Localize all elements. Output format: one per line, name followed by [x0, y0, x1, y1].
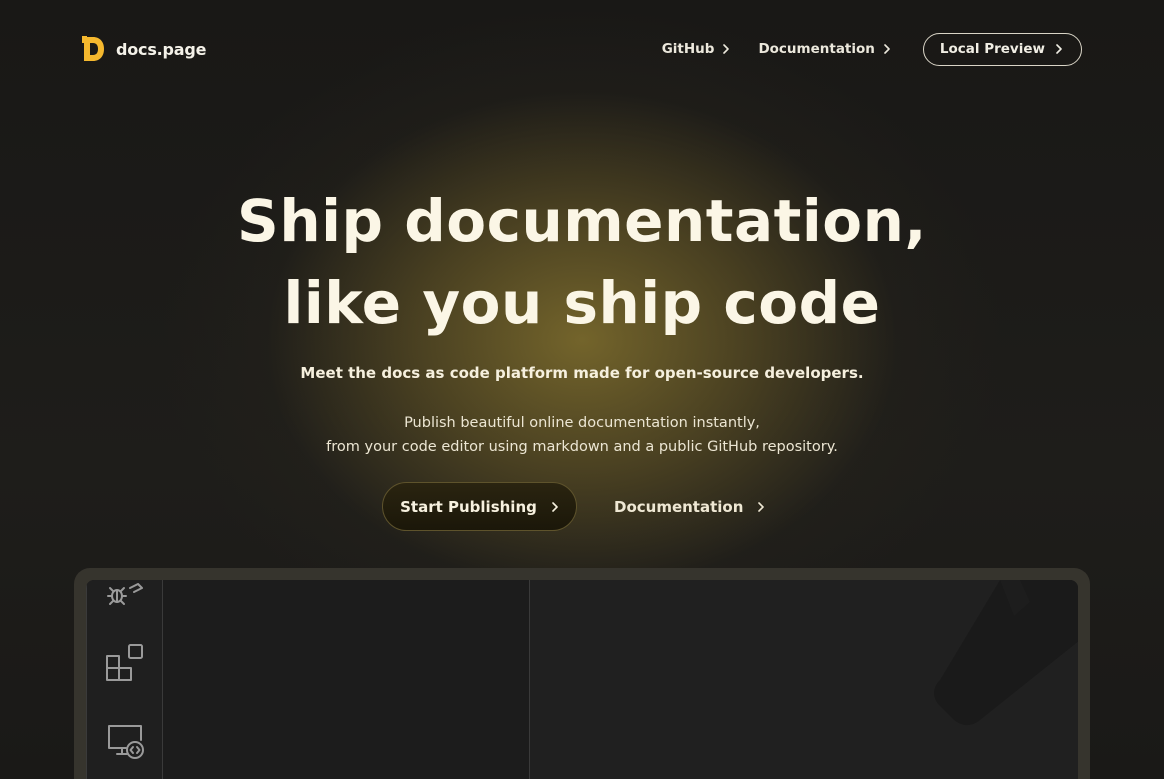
chevron-right-icon	[884, 44, 890, 54]
hero-description-line-2: from your code editor using markdown and…	[326, 439, 838, 455]
start-publishing-button[interactable]: Start Publishing	[382, 482, 577, 531]
chevron-right-icon	[1056, 44, 1062, 54]
vscode-watermark-icon	[934, 580, 1078, 725]
top-nav: GitHub Documentation Local Preview	[662, 32, 1082, 66]
hero-subtitle: Meet the docs as code platform made for …	[300, 364, 864, 382]
activity-bar	[86, 580, 163, 779]
hero-description-line-1: Publish beautiful online documentation i…	[404, 415, 760, 431]
docs-page-logo-icon	[82, 36, 104, 61]
chevron-right-icon	[552, 501, 558, 512]
nav-documentation-link[interactable]: Documentation	[758, 32, 890, 66]
local-preview-button[interactable]: Local Preview	[922, 32, 1082, 66]
logo[interactable]: docs.page	[82, 36, 206, 62]
hero-title: Ship documentation, like you ship code	[0, 180, 1164, 344]
local-preview-label: Local Preview	[939, 41, 1045, 57]
documentation-link-button[interactable]: Documentation	[614, 482, 765, 531]
documentation-link-label: Documentation	[614, 497, 744, 516]
nav-github-link[interactable]: GitHub	[662, 32, 731, 66]
editor-sidebar-panel	[163, 580, 530, 779]
hero-title-line-1: Ship documentation,	[237, 187, 927, 255]
logo-text: docs.page	[116, 39, 207, 59]
start-publishing-label: Start Publishing	[400, 497, 537, 516]
page: docs.page GitHub Documentation Local Pre…	[0, 0, 1164, 779]
nav-github-label: GitHub	[661, 41, 715, 57]
hero-title-line-2: like you ship code	[283, 269, 881, 337]
editor-preview	[86, 580, 1078, 779]
debug-icon[interactable]	[105, 580, 147, 614]
site-header: docs.page GitHub Documentation Local Pre…	[0, 0, 1164, 98]
extensions-icon[interactable]	[105, 642, 147, 684]
nav-documentation-label: Documentation	[758, 41, 875, 57]
cta-row: Start Publishing Documentation	[0, 482, 1164, 532]
chevron-right-icon	[758, 501, 765, 512]
hero-description: Publish beautiful online documentation i…	[0, 411, 1164, 459]
editor-main-pane	[530, 580, 1078, 779]
remote-explorer-icon[interactable]	[105, 720, 147, 762]
chevron-right-icon	[723, 44, 730, 54]
